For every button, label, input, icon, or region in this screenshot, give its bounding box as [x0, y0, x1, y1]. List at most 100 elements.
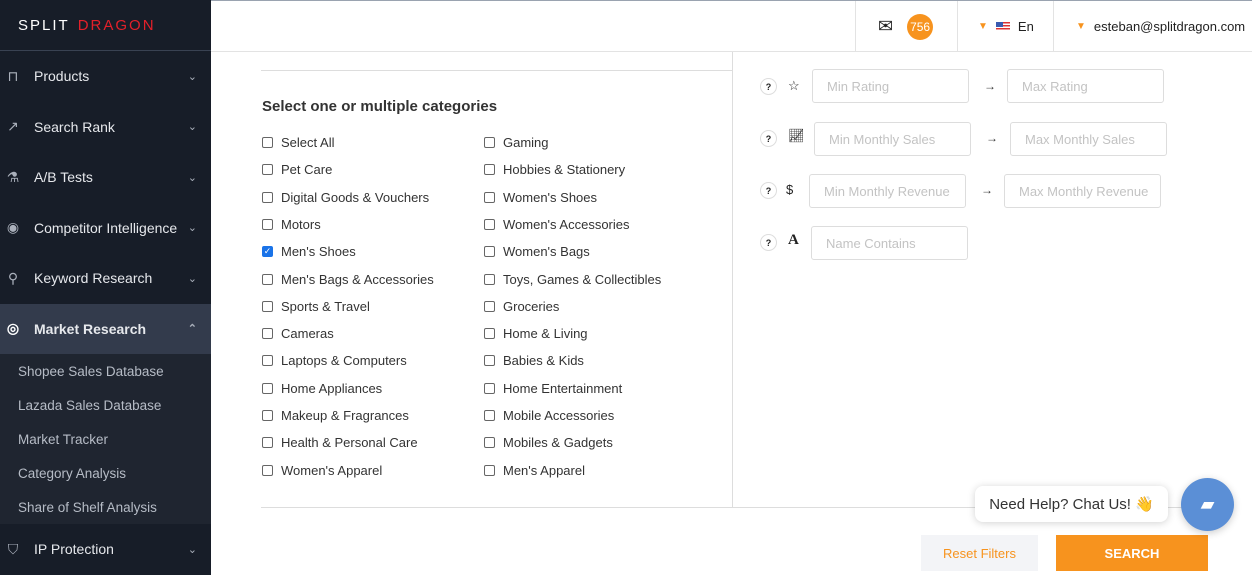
min-monthly-revenue-input[interactable]	[809, 174, 966, 208]
sidebar-item-market-research[interactable]: ◎ Market Research ⌃	[0, 303, 211, 354]
checkbox[interactable]	[262, 410, 273, 421]
checkbox[interactable]	[484, 273, 495, 285]
max-monthly-revenue-input[interactable]	[1004, 174, 1161, 208]
max-rating-input[interactable]	[1007, 69, 1164, 103]
checkbox[interactable]	[262, 464, 273, 476]
category-checkbox[interactable]: Women's Bags	[484, 244, 590, 259]
category-checkbox[interactable]: Women's Shoes	[484, 190, 597, 205]
help-icon[interactable]: ?	[760, 182, 777, 199]
checkbox[interactable]	[262, 137, 273, 148]
category-label: Home & Living	[503, 326, 588, 342]
help-icon[interactable]: ?	[760, 78, 777, 95]
category-checkbox[interactable]: Gaming	[484, 135, 549, 150]
checkbox[interactable]	[484, 464, 495, 476]
us-flag-icon	[995, 22, 1010, 31]
category-label: Mobile Accessories	[503, 408, 615, 423]
checkbox[interactable]	[484, 328, 495, 340]
sidebar-item-search-rank[interactable]: ↗ Search Rank ⌄	[0, 102, 211, 153]
checkbox[interactable]	[262, 382, 273, 394]
help-icon[interactable]: ?	[760, 234, 777, 251]
max-monthly-sales-input[interactable]	[1010, 122, 1167, 156]
min-monthly-sales-input[interactable]	[814, 122, 971, 156]
logo[interactable]: SPLIT DRAGON	[0, 0, 211, 51]
category-checkbox[interactable]: Toys, Games & Collectibles	[484, 272, 661, 287]
category-label: Toys, Games & Collectibles	[503, 271, 662, 287]
category-checkbox[interactable]: Pet Care	[262, 162, 332, 177]
checkbox[interactable]	[484, 164, 495, 176]
checkbox[interactable]	[262, 437, 273, 449]
checkbox[interactable]: ✓	[262, 246, 273, 258]
chevron-down-icon: ⌄	[187, 171, 197, 184]
category-checkbox[interactable]: Babies & Kids	[484, 353, 584, 368]
category-label: Groceries	[503, 298, 560, 314]
language-select[interactable]: ▼ En	[957, 1, 1053, 52]
category-checkbox[interactable]: Makeup & Fragrances	[262, 408, 409, 423]
submenu-market-tracker[interactable]: Market Tracker	[0, 422, 211, 456]
category-checkbox[interactable]: Men's Bags & Accessories	[262, 272, 434, 287]
checkbox[interactable]	[262, 273, 273, 285]
checkbox[interactable]	[262, 355, 273, 367]
messages[interactable]: ✉ 756	[855, 1, 957, 52]
search-button[interactable]: SEARCH	[1056, 535, 1208, 571]
category-checkbox[interactable]: Mobile Accessories	[484, 408, 614, 423]
submenu-shopee-sales-database[interactable]: Shopee Sales Database	[0, 354, 211, 388]
checkbox[interactable]	[484, 137, 495, 148]
category-label: Men's Shoes	[281, 244, 356, 260]
checkbox[interactable]	[484, 437, 495, 449]
checkbox[interactable]	[484, 382, 495, 394]
category-checkbox[interactable]: Men's Apparel	[484, 463, 585, 478]
sidebar-item-ab-tests[interactable]: ⚗ A/B Tests ⌄	[0, 152, 211, 203]
mail-icon: ✉	[878, 16, 894, 36]
checkbox[interactable]	[484, 191, 495, 203]
help-icon[interactable]: ?	[760, 130, 777, 147]
reset-filters-button[interactable]: Reset Filters	[921, 535, 1038, 571]
checkbox[interactable]	[262, 191, 273, 203]
sidebar-item-keyword-research[interactable]: ⚲ Keyword Research ⌄	[0, 253, 211, 304]
checkbox[interactable]	[262, 218, 273, 230]
category-checkbox[interactable]: Laptops & Computers	[262, 353, 407, 368]
checkbox[interactable]	[262, 164, 273, 176]
submenu-category-analysis[interactable]: Category Analysis	[0, 456, 211, 490]
checkbox[interactable]	[484, 218, 495, 230]
category-checkbox[interactable]: Mobiles & Gadgets	[484, 435, 613, 450]
category-checkbox[interactable]: Home Entertainment	[484, 381, 622, 396]
sidebar-item-competitor-intelligence[interactable]: ◉ Competitor Intelligence ⌄	[0, 203, 211, 254]
category-checkbox[interactable]: Home & Living	[484, 326, 588, 341]
globe-icon: ◎	[6, 320, 20, 337]
category-checkbox[interactable]: Select All	[262, 135, 334, 150]
category-label: Women's Apparel	[281, 462, 383, 478]
submenu-share-of-shelf[interactable]: Share of Shelf Analysis	[0, 490, 211, 524]
category-label: Women's Shoes	[503, 189, 598, 205]
category-label: Home Entertainment	[503, 380, 623, 396]
chat-prompt[interactable]: Need Help? Chat Us! 👋	[975, 486, 1168, 522]
checkbox[interactable]	[484, 355, 495, 367]
category-checkbox[interactable]: Women's Accessories	[484, 217, 630, 232]
min-rating-input[interactable]	[812, 69, 969, 103]
category-checkbox[interactable]: Home Appliances	[262, 381, 382, 396]
category-checkbox[interactable]: Cameras	[262, 326, 334, 341]
category-checkbox[interactable]: Digital Goods & Vouchers	[262, 190, 429, 205]
caret-down-icon: ▼	[978, 21, 988, 32]
category-label: Mobiles & Gadgets	[503, 435, 613, 451]
category-checkbox[interactable]: Groceries	[484, 299, 559, 314]
category-checkbox[interactable]: ✓ Men's Shoes	[262, 244, 356, 259]
name-contains-input[interactable]	[811, 226, 968, 260]
caret-down-icon: ▼	[1076, 21, 1086, 32]
category-checkbox[interactable]: Women's Apparel	[262, 463, 382, 478]
submenu-lazada-sales-database[interactable]: Lazada Sales Database	[0, 388, 211, 422]
checkbox[interactable]	[262, 300, 273, 312]
chat-button[interactable]: ▰	[1181, 478, 1234, 531]
sidebar-item-products[interactable]: ⊓ Products ⌄	[0, 51, 211, 102]
checkbox[interactable]	[484, 410, 495, 421]
checkbox[interactable]	[484, 246, 495, 258]
sidebar-item-ip-protection[interactable]: ⛉ IP Protection ⌄	[0, 524, 211, 575]
chat-icon: ▰	[1200, 494, 1215, 514]
category-checkbox[interactable]: Hobbies & Stationery	[484, 162, 625, 177]
checkbox[interactable]	[484, 300, 495, 312]
user-menu[interactable]: ▼ esteban@splitdragon.com	[1053, 1, 1252, 52]
category-checkbox[interactable]: Health & Personal Care	[262, 435, 418, 450]
category-checkbox[interactable]: Sports & Travel	[262, 299, 370, 314]
checkbox[interactable]	[262, 328, 273, 340]
chevron-down-icon: ⌄	[187, 272, 197, 285]
category-checkbox[interactable]: Motors	[262, 217, 321, 232]
